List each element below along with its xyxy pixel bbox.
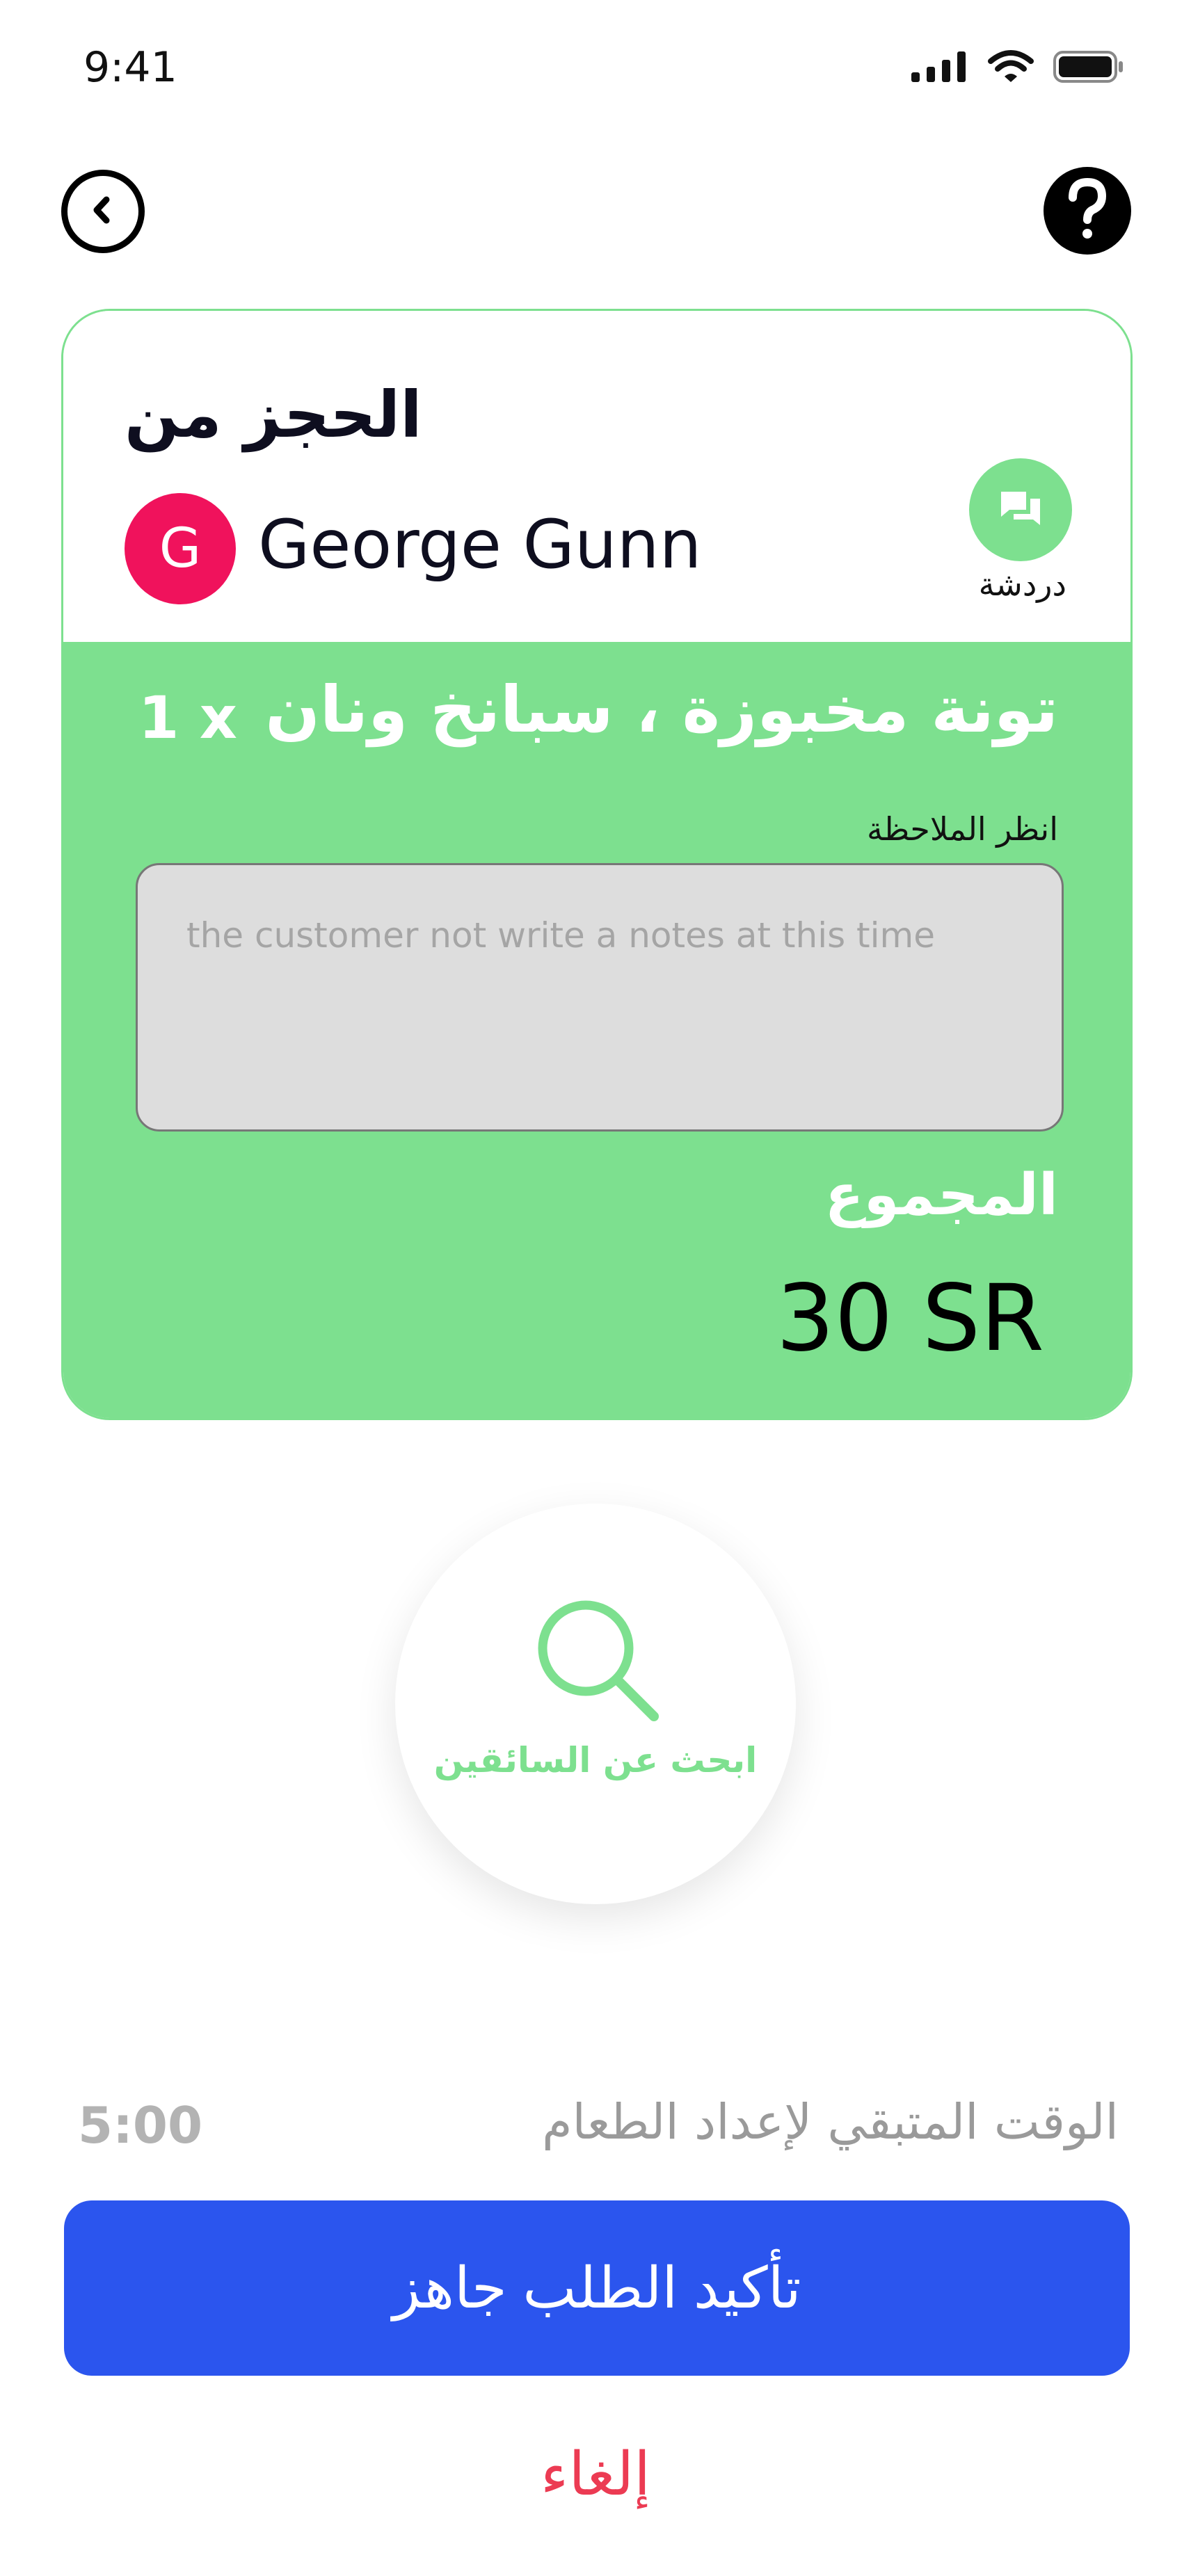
notes-label: انظر الملاحظة	[867, 810, 1058, 848]
chat-label: دردشة	[978, 565, 1066, 603]
status-icons	[911, 50, 1124, 86]
chevron-left-icon	[86, 193, 120, 230]
prep-time-label: الوقت المتبقي لإعداد الطعام	[542, 2093, 1119, 2150]
prep-time-value: 5:00	[78, 2096, 203, 2155]
search-drivers-button[interactable]: ابحث عن السائقين	[395, 1504, 796, 1904]
booking-card: الحجز من G George Gunn دردشة تونة مخبوزة…	[61, 309, 1133, 1420]
wifi-icon	[988, 50, 1034, 86]
notes-field[interactable]: the customer not write a notes at this t…	[136, 863, 1064, 1132]
cancel-button[interactable]: إلغاء	[0, 2440, 1191, 2509]
item-name: تونة مخبوزة ، سبانخ ونان	[265, 673, 1058, 747]
question-mark-icon	[1063, 177, 1112, 243]
total-label: المجموع	[824, 1162, 1058, 1228]
chat-button[interactable]	[969, 458, 1072, 561]
item-quantity: 1 x	[138, 684, 237, 752]
customer-name: George Gunn	[258, 506, 702, 583]
confirm-order-ready-button[interactable]: تأكيد الطلب جاهز	[64, 2200, 1130, 2376]
status-time: 9:41	[83, 43, 177, 92]
chat-bubbles-icon	[998, 489, 1043, 531]
search-icon	[530, 1593, 662, 1728]
help-button[interactable]	[1044, 167, 1131, 255]
avatar: G	[125, 493, 236, 604]
booking-card-header: الحجز من G George Gunn دردشة	[63, 311, 1130, 642]
back-button[interactable]	[61, 170, 145, 253]
booking-title: الحجز من	[125, 378, 422, 452]
battery-icon	[1053, 51, 1124, 86]
signal-icon	[911, 51, 968, 85]
total-value: 30 SR	[776, 1265, 1044, 1372]
notes-text: the customer not write a notes at this t…	[186, 915, 936, 956]
search-drivers-label: ابحث عن السائقين	[433, 1740, 758, 1780]
